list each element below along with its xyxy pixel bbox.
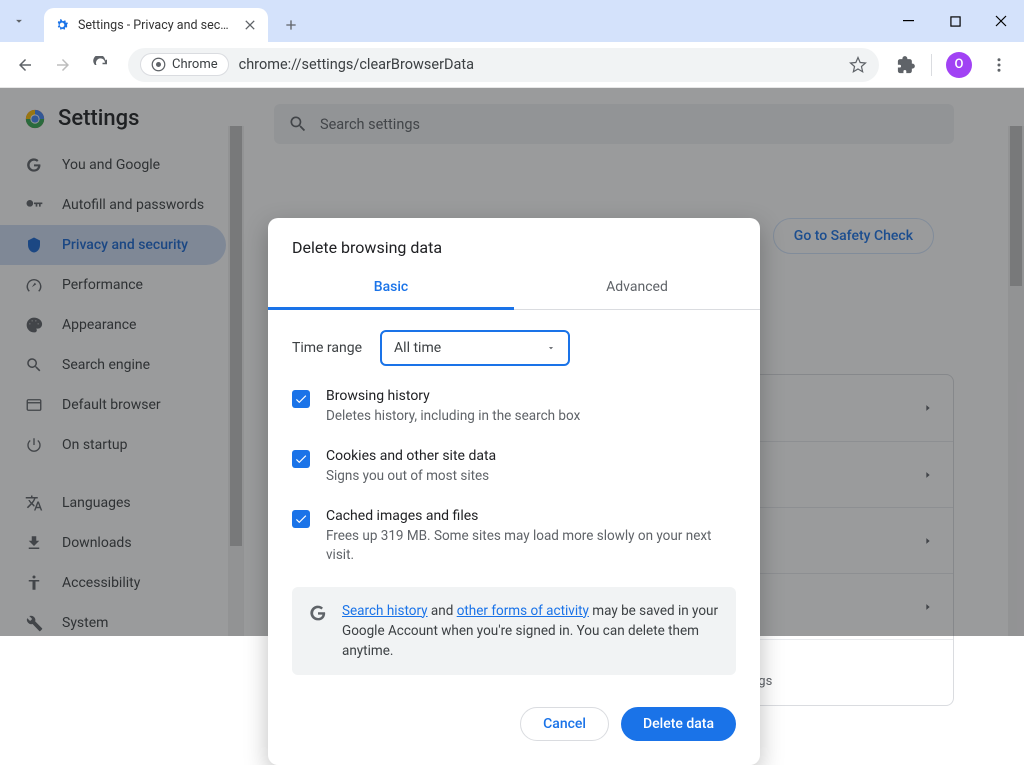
close-icon[interactable] xyxy=(242,17,258,33)
extensions-button[interactable] xyxy=(889,48,923,82)
back-button[interactable] xyxy=(8,48,42,82)
gear-icon xyxy=(54,17,70,33)
profile-avatar[interactable]: O xyxy=(946,52,972,78)
option-subtitle: Deletes history, including in the search… xyxy=(326,407,580,426)
plus-icon xyxy=(283,17,299,33)
option-cached[interactable]: Cached images and files Frees up 319 MB.… xyxy=(292,508,736,565)
close-window-button[interactable] xyxy=(978,0,1024,42)
address-bar[interactable]: Chrome chrome://settings/clearBrowserDat… xyxy=(128,48,879,82)
search-history-link[interactable]: Search history xyxy=(342,603,428,619)
window-titlebar: Settings - Privacy and securit xyxy=(0,0,1024,42)
reload-button[interactable] xyxy=(84,48,118,82)
other-activity-link[interactable]: other forms of activity xyxy=(457,603,589,619)
time-range-select[interactable]: All time xyxy=(380,330,570,366)
option-title: Cached images and files xyxy=(326,508,736,524)
browser-tab[interactable]: Settings - Privacy and securit xyxy=(44,8,268,42)
site-chip[interactable]: Chrome xyxy=(140,53,229,76)
option-cookies[interactable]: Cookies and other site data Signs you ou… xyxy=(292,448,736,486)
tab-search-dropdown[interactable] xyxy=(0,0,38,42)
google-g-icon xyxy=(308,603,328,623)
menu-button[interactable] xyxy=(982,48,1016,82)
toolbar-divider xyxy=(931,54,932,76)
cancel-button[interactable]: Cancel xyxy=(520,707,609,741)
window-controls xyxy=(886,0,1024,42)
option-browsing-history[interactable]: Browsing history Deletes history, includ… xyxy=(292,388,736,426)
delete-data-button[interactable]: Delete data xyxy=(621,707,736,741)
option-title: Cookies and other site data xyxy=(326,448,496,464)
chrome-logo-icon xyxy=(151,57,166,72)
forward-button[interactable] xyxy=(46,48,80,82)
tab-advanced[interactable]: Advanced xyxy=(514,267,760,309)
dialog-title: Delete browsing data xyxy=(268,218,760,267)
browser-toolbar: Chrome chrome://settings/clearBrowserDat… xyxy=(0,42,1024,88)
time-range-value: All time xyxy=(394,340,441,356)
option-title: Browsing history xyxy=(326,388,580,404)
check-icon xyxy=(294,452,308,466)
time-range-label: Time range xyxy=(292,340,362,356)
option-subtitle: Frees up 319 MB. Some sites may load mor… xyxy=(326,527,736,565)
new-tab-button[interactable] xyxy=(276,10,306,40)
dropdown-caret-icon xyxy=(546,343,556,353)
dialog-tabs: Basic Advanced xyxy=(268,267,760,310)
maximize-button[interactable] xyxy=(932,0,978,42)
minimize-button[interactable] xyxy=(886,0,932,42)
check-icon xyxy=(294,392,308,406)
url-text: chrome://settings/clearBrowserData xyxy=(239,56,839,73)
chevron-down-icon xyxy=(12,14,26,28)
checkbox-browsing-history[interactable] xyxy=(292,390,310,408)
settings-page: Settings You and Google Autofill and pas… xyxy=(0,88,1024,636)
checkbox-cookies[interactable] xyxy=(292,450,310,468)
tab-title: Settings - Privacy and securit xyxy=(78,18,234,33)
option-subtitle: Signs you out of most sites xyxy=(326,467,496,486)
checkbox-cached[interactable] xyxy=(292,510,310,528)
google-account-info: Search history and other forms of activi… xyxy=(292,587,736,676)
check-icon xyxy=(294,512,308,526)
tab-basic[interactable]: Basic xyxy=(268,267,514,310)
clear-browsing-data-dialog: Delete browsing data Basic Advanced Time… xyxy=(268,218,760,765)
bookmark-star-icon[interactable] xyxy=(849,56,867,74)
